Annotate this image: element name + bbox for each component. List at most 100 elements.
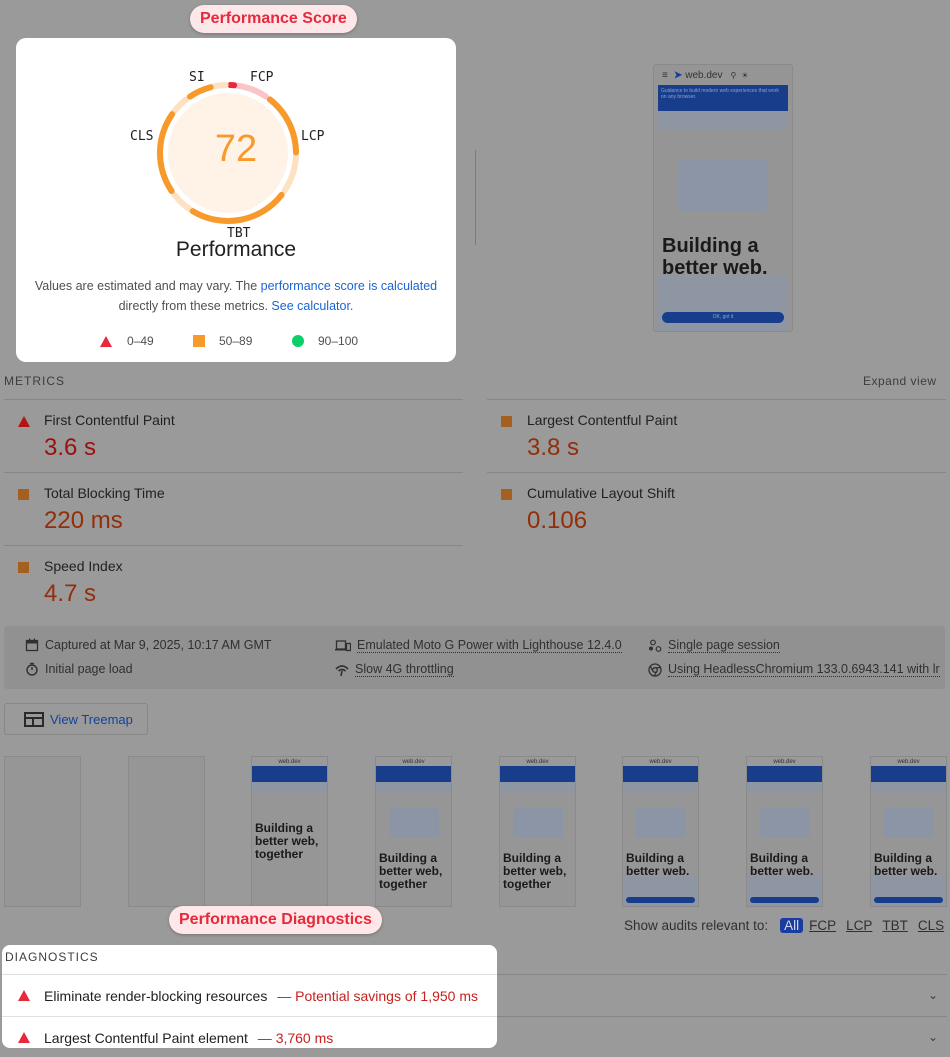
screenshot-cookie-banner: OK, got it [658,275,788,331]
frame-illustration [635,808,686,838]
session-text[interactable]: Single page session [668,638,780,653]
screenshot-cookie-button: OK, got it [662,312,784,323]
frame-illustration [512,808,563,838]
filmstrip-frame[interactable]: web.dev Building a better web, together [499,756,576,907]
performance-score-callout: Performance Score [190,5,357,33]
emulated-device[interactable]: Emulated Moto G Power with Lighthouse 12… [335,638,622,653]
legend-average: 50–89 [193,334,252,348]
description-text: Values are estimated and may vary. The [34,279,261,293]
filter-fcp[interactable]: FCP [809,918,836,933]
expand-view-button[interactable]: Expand view [863,374,937,388]
filmstrip-frame[interactable]: web.dev Building a better web. [870,756,947,907]
frame-site-name: web.dev [252,757,327,766]
filter-cls[interactable]: CLS [918,918,944,933]
frame-site-name: web.dev [623,757,698,766]
frame-banner [623,766,698,782]
frame-banner [500,766,575,782]
filmstrip-frame[interactable] [4,756,81,907]
metric-value: 3.8 s [527,434,580,461]
metric-label: Cumulative Layout Shift [527,485,675,501]
legend-fail: 0–49 [100,334,154,348]
metric-value: 0.106 [527,507,588,534]
diagnostic-separator: — [257,1030,272,1046]
metric-value: 220 ms [44,507,123,534]
search-icon: ⚲ [730,70,737,80]
screenshot-banner: Guidance to build modern web experiences… [658,85,788,111]
legend-pass: 90–100 [292,334,358,348]
chevron-down-icon[interactable]: ⌄ [928,1030,938,1044]
filmstrip-frame[interactable]: web.dev Building a better web, together [375,756,452,907]
average-square-icon [501,489,512,500]
average-square-icon [193,335,205,347]
filmstrip-frame[interactable]: web.dev Building a better web, together [251,756,328,907]
screenshot-header: ≡ ➤ web.dev ⚲ ☀ [654,65,792,85]
gauge-label-si: SI [189,70,205,85]
screenshot-announcement [658,111,788,129]
frame-site-name: web.dev [376,757,451,766]
diagnostics-divider [497,1016,947,1017]
performance-score-card: SI FCP LCP TBT CLS 72 Performance Values… [16,38,456,362]
frame-announcement [871,782,946,792]
browser-version[interactable]: Using HeadlessChromium 133.0.6943.141 wi… [648,662,940,677]
view-treemap-button[interactable]: View Treemap [4,703,148,735]
frame-site-name: web.dev [500,757,575,766]
filter-lcp[interactable]: LCP [846,918,872,933]
wifi-throttle-icon [335,664,349,676]
score-value: 72 [214,128,258,170]
filmstrip-frame[interactable] [128,756,205,907]
frame-cookie-banner [623,876,698,906]
diagnostics-header: DIAGNOSTICS [5,950,99,964]
see-calculator-link[interactable]: See calculator. [271,299,353,313]
diagnostics-card: DIAGNOSTICS Eliminate render-blocking re… [2,945,497,1048]
filmstrip-frame[interactable]: web.dev Building a better web. [746,756,823,907]
legend-fail-label: 0–49 [127,334,154,348]
frame-heading: Building a better web, together [503,851,567,891]
metric-label: Speed Index [44,558,123,574]
frame-illustration [759,808,810,838]
filter-all[interactable]: All [780,918,804,933]
audit-filter: Show audits relevant to: All FCP LCP TBT… [624,918,944,933]
metrics-divider [4,399,463,400]
filter-tbt[interactable]: TBT [882,918,908,933]
frame-announcement [623,782,698,792]
browser-text[interactable]: Using HeadlessChromium 133.0.6943.141 wi… [668,662,940,677]
fail-triangle-icon [18,990,30,1001]
throttling-text[interactable]: Slow 4G throttling [355,662,454,677]
frame-heading: Building a better web, together [379,851,443,891]
devices-icon [335,639,351,651]
menu-icon: ≡ [662,69,668,81]
frame-announcement [252,782,327,792]
chevron-down-icon[interactable]: ⌄ [928,988,938,1002]
captured-text: Captured at Mar 9, 2025, 10:17 AM GMT [45,638,272,652]
frame-heading: Building a better web, together [255,821,319,861]
frame-heading: Building a better web. [874,851,938,878]
diagnostic-item-render-blocking[interactable]: Eliminate render-blocking resources — Po… [2,975,497,1016]
metric-label: First Contentful Paint [44,412,175,428]
frame-site-name: web.dev [871,757,946,766]
captured-time: Captured at Mar 9, 2025, 10:17 AM GMT [25,638,272,652]
average-square-icon [18,489,29,500]
filter-label: Show audits relevant to: [624,918,769,933]
device-text[interactable]: Emulated Moto G Power with Lighthouse 12… [357,638,622,653]
final-screenshot[interactable]: ≡ ➤ web.dev ⚲ ☀ Guidance to build modern… [653,64,793,332]
runtime-settings [4,626,945,689]
diagnostics-divider [497,974,947,975]
legend-pass-label: 90–100 [318,334,359,348]
fail-triangle-icon [100,335,112,347]
gauge-label-fcp: FCP [250,70,274,85]
frame-illustration [388,808,439,838]
diagnostic-detail: Potential savings of 1,950 ms [295,988,478,1004]
network-throttling[interactable]: Slow 4G throttling [335,662,454,677]
score-calculated-link[interactable]: performance score is calculated [261,279,437,293]
diagnostic-separator: — [277,988,292,1004]
metrics-divider [4,545,463,546]
diagnostic-item-lcp-element[interactable]: Largest Contentful Paint element — 3,760… [2,1017,497,1048]
frame-cookie-button [750,897,819,903]
screenshot-site-name: web.dev [685,69,723,81]
description-text-2: directly from these metrics. [118,299,272,313]
filmstrip-frame[interactable]: web.dev Building a better web. [622,756,699,907]
session-type[interactable]: Single page session [648,638,780,653]
frame-site-name: web.dev [747,757,822,766]
treemap-label: View Treemap [50,711,133,727]
webdev-logo-icon: ➤ [673,69,683,81]
